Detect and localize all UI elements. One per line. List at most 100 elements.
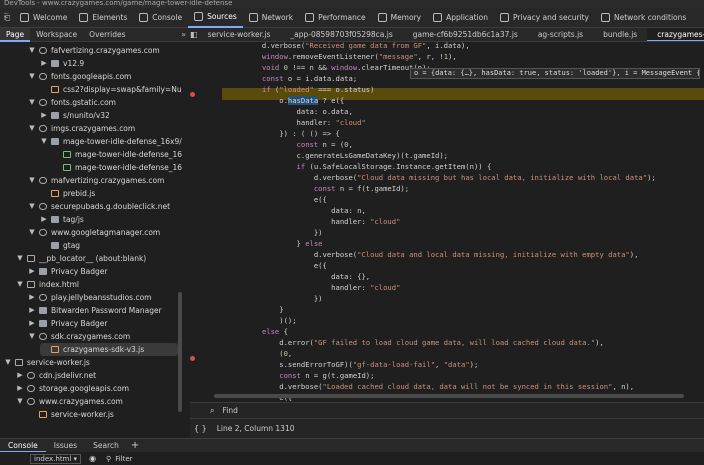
- chevron-right-icon[interactable]: ▶: [28, 317, 36, 330]
- code-line[interactable]: const n = g(t.gameId);: [210, 370, 374, 381]
- chevron-right-icon[interactable]: ▶: [16, 369, 24, 382]
- code-line[interactable]: d.verbose("Received game data from GF", …: [210, 42, 470, 51]
- tree-item[interactable]: ▶ play.jellybeansstudios.com: [28, 291, 151, 304]
- tree-item[interactable]: css2?display=swap&family=Nunito:w: [40, 83, 182, 96]
- code-line[interactable]: d.verbose("Cloud data and local data mis…: [210, 249, 639, 260]
- panel-tab-network-conditions[interactable]: Network conditions: [595, 8, 692, 28]
- editor-tab[interactable]: game-cf6b9251db6c1a37.js: [403, 28, 528, 41]
- tree-item[interactable]: mage-tower-idle-defense_16x9-cov...: [52, 148, 182, 161]
- code-line[interactable]: data: n,: [210, 205, 366, 216]
- code-line[interactable]: } else: [210, 238, 323, 249]
- tree-item[interactable]: ▶ cdn.jsdelivr.net: [16, 369, 96, 382]
- eye-icon[interactable]: ◉: [89, 454, 96, 463]
- more-tabs-button[interactable]: »: [181, 30, 190, 39]
- filter-icon[interactable]: ⚲: [106, 455, 111, 463]
- tree-item[interactable]: ▼ __pb_locator__ (about:blank): [16, 252, 146, 265]
- code-line[interactable]: void 0 !== n && window.clearTimeout(n);: [210, 62, 431, 73]
- code-line[interactable]: d.error("GF failed to load cloud game da…: [210, 337, 604, 348]
- filter-input[interactable]: Filter: [115, 455, 132, 463]
- chevron-right-icon[interactable]: ▶: [40, 109, 48, 122]
- tab-issues[interactable]: Issues: [46, 439, 85, 453]
- tree-item[interactable]: ▶ Privacy Badger: [28, 265, 107, 278]
- tree-item[interactable]: prebid.js: [40, 187, 95, 200]
- tree-item[interactable]: crazygames-sdk-v3.js: [40, 343, 178, 356]
- code-area[interactable]: d.verbose("Received game data from GF", …: [210, 42, 704, 402]
- code-line[interactable]: c.generateLsGameDataKey)(t.gameId);: [210, 150, 448, 161]
- code-line[interactable]: }): [210, 293, 323, 304]
- chevron-down-icon[interactable]: ▼: [28, 174, 36, 187]
- code-line[interactable]: e({: [210, 260, 327, 271]
- chevron-down-icon[interactable]: ▼: [4, 356, 12, 369]
- code-line[interactable]: else {: [210, 326, 288, 337]
- breakpoint-marker[interactable]: [190, 92, 195, 97]
- panel-tab-memory[interactable]: Memory: [372, 8, 428, 28]
- breakpoint-marker[interactable]: [190, 356, 195, 361]
- code-line[interactable]: }) : ( () => {: [210, 128, 340, 139]
- tree-item[interactable]: ▼ www.crazygames.com: [16, 395, 123, 408]
- tree-item[interactable]: ▶ tag/js: [40, 213, 84, 226]
- code-line[interactable]: window.removeEventListener("message", r,…: [210, 51, 457, 62]
- tree-item[interactable]: service-worker.js: [28, 408, 114, 421]
- tab-search[interactable]: Search: [85, 439, 127, 453]
- chevron-right-icon[interactable]: ▶: [16, 382, 24, 395]
- editor-tab[interactable]: service-worker.js: [198, 28, 281, 41]
- editor-tab[interactable]: crazygames-sdk-v3.js: [647, 28, 704, 41]
- panel-tab-network[interactable]: Network: [243, 8, 299, 28]
- code-line[interactable]: handler: "cloud": [210, 216, 400, 227]
- chevron-down-icon[interactable]: ▼: [16, 252, 24, 265]
- chevron-right-icon[interactable]: ▶: [28, 265, 36, 278]
- context-select[interactable]: index.html ▾: [30, 453, 82, 464]
- pretty-print-icon[interactable]: { }: [194, 424, 207, 433]
- chevron-down-icon[interactable]: ▼: [28, 122, 36, 135]
- code-line[interactable]: if ("loaded" === o.status): [210, 84, 375, 95]
- horizontal-scrollbar[interactable]: [200, 392, 694, 400]
- tree-item[interactable]: ▼ fafvertizing.crazygames.com: [28, 44, 159, 57]
- chevron-right-icon[interactable]: ▶: [28, 291, 36, 304]
- tab-console[interactable]: Console: [0, 439, 46, 453]
- code-line[interactable]: d.verbose("Loaded cached cloud data, dat…: [210, 381, 634, 392]
- chevron-down-icon[interactable]: ▼: [16, 278, 24, 291]
- tree-item[interactable]: ▼ imgs.crazygames.com: [28, 122, 135, 135]
- tab-overrides[interactable]: Overrides: [83, 28, 131, 42]
- devtools-menu-icon[interactable]: ⎗: [0, 13, 14, 23]
- tree-item[interactable]: gtag: [40, 239, 80, 252]
- code-line[interactable]: data: o.data,: [210, 106, 353, 117]
- code-line[interactable]: s.sendErrorToGF)("gf-data-load-fail", "d…: [210, 359, 478, 370]
- code-line[interactable]: )();: [210, 315, 296, 326]
- panel-tab-console[interactable]: Console: [133, 8, 188, 28]
- chevron-down-icon[interactable]: ▼: [28, 70, 36, 83]
- chevron-down-icon[interactable]: ▼: [16, 395, 24, 408]
- code-line[interactable]: handler: "cloud": [210, 282, 400, 293]
- tree-item[interactable]: ▼ fonts.gstatic.com: [28, 96, 116, 109]
- code-line[interactable]: o.hasData ? e({: [210, 95, 344, 106]
- code-line[interactable]: e({: [210, 194, 327, 205]
- add-tab-icon[interactable]: +: [127, 440, 143, 451]
- tree-item[interactable]: ▶ storage.googleapis.com: [16, 382, 129, 395]
- tree-item[interactable]: ▼ sdk.crazygames.com: [28, 330, 130, 343]
- code-line[interactable]: data: {},: [210, 271, 370, 282]
- tree-scrollbar[interactable]: [178, 292, 182, 412]
- panel-tab-welcome[interactable]: Welcome: [14, 8, 73, 28]
- tree-item[interactable]: ▼ mage-tower-idle-defense_16x9/2025...: [40, 135, 182, 148]
- chevron-right-icon[interactable]: ▶: [40, 57, 48, 70]
- tree-item[interactable]: ▶ Bitwarden Password Manager: [28, 304, 161, 317]
- panel-tab-privacy-and-security[interactable]: Privacy and security: [494, 8, 595, 28]
- tree-item[interactable]: ▼ securepubads.g.doubleclick.net: [28, 200, 170, 213]
- code-line[interactable]: const n = f(t.gameId);: [210, 183, 409, 194]
- code-line[interactable]: if (u.SafeLocalStorage.Instance.getItem(…: [210, 161, 492, 172]
- chevron-right-icon[interactable]: ▶: [40, 213, 48, 226]
- code-line[interactable]: const o = i.data.data;: [210, 73, 357, 84]
- panel-tab-performance[interactable]: Performance: [299, 8, 372, 28]
- tree-item[interactable]: ▶ s/nunito/v32: [40, 109, 110, 122]
- panel-tab-elements[interactable]: Elements: [73, 8, 133, 28]
- chevron-down-icon[interactable]: ▼: [40, 135, 48, 148]
- chevron-down-icon[interactable]: ▼: [28, 226, 36, 239]
- line-gutter[interactable]: [190, 42, 210, 402]
- tree-item[interactable]: ▼ index.html: [16, 278, 79, 291]
- tab-page[interactable]: Page: [0, 27, 31, 42]
- tree-item[interactable]: ▼ mafvertizing.crazygames.com: [28, 174, 164, 187]
- chevron-down-icon[interactable]: ▼: [28, 96, 36, 109]
- tree-item[interactable]: ▶ Privacy Badger: [28, 317, 107, 330]
- code-line[interactable]: const n = (0,: [210, 139, 353, 150]
- code-line[interactable]: }): [210, 227, 323, 238]
